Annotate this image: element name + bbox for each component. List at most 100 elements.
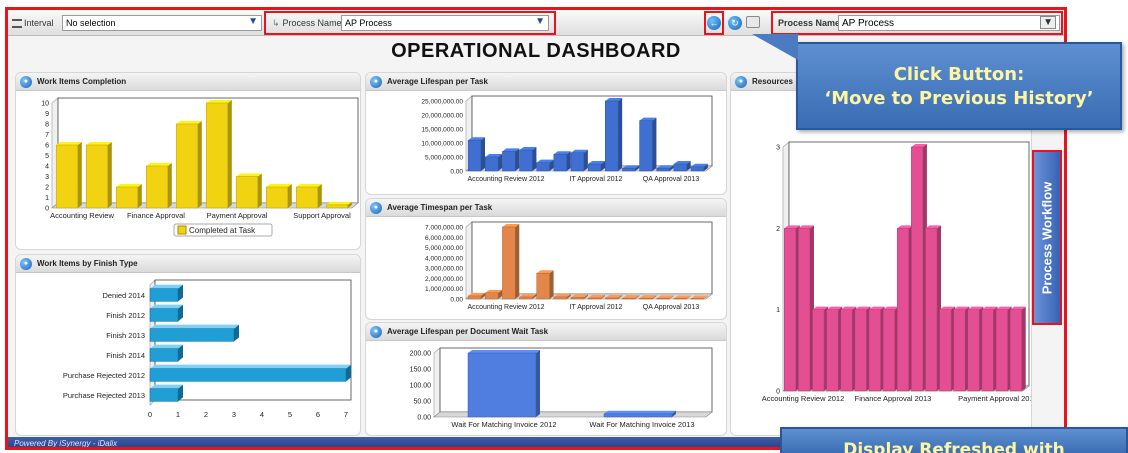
panel-icon: ● bbox=[370, 325, 382, 338]
previous-history-button[interactable]: ← bbox=[707, 16, 721, 30]
bar bbox=[467, 352, 537, 418]
bar-side bbox=[618, 98, 623, 171]
bar bbox=[149, 328, 235, 342]
bar bbox=[854, 309, 867, 392]
bar bbox=[784, 228, 797, 392]
y-tick-label: 8 bbox=[45, 122, 49, 129]
bar bbox=[639, 120, 653, 172]
bar bbox=[55, 144, 79, 209]
y-tick-label: 100.00 bbox=[410, 383, 432, 390]
y-tick-label: 2,000,000.00 bbox=[425, 276, 463, 283]
y-tick-label: 7 bbox=[45, 132, 49, 139]
callout-line-2: ‘Move to Previous History’ bbox=[824, 88, 1094, 109]
bar-top bbox=[604, 410, 676, 414]
panel-icon: ● bbox=[20, 75, 32, 88]
bar-top bbox=[86, 142, 112, 145]
bar bbox=[605, 100, 619, 172]
interval-control: Interval bbox=[12, 14, 54, 32]
bar bbox=[536, 273, 550, 300]
chevron-down-icon[interactable]: ▼ bbox=[1040, 16, 1056, 29]
avg-lifespan-doc-panel: ● Average Lifespan per Document Wait Tas… bbox=[365, 322, 727, 436]
bar-top bbox=[206, 100, 232, 103]
bar bbox=[939, 309, 952, 392]
bar bbox=[622, 167, 636, 172]
y-tick-label: Finish 2014 bbox=[106, 351, 145, 360]
bar-side bbox=[536, 350, 540, 417]
work-items-completion-chart: 0 1 2 3 4 5 6 7 8 9 10 Accounting Review Finance App… bbox=[41, 97, 359, 237]
bar bbox=[840, 309, 853, 392]
interval-icon bbox=[12, 18, 22, 28]
panel-title: Average Lifespan per Task bbox=[387, 77, 488, 86]
bar bbox=[995, 309, 1008, 392]
bar-top bbox=[150, 304, 183, 309]
bar-side bbox=[566, 151, 571, 171]
x-tick-label: 4 bbox=[260, 410, 264, 419]
bar bbox=[149, 288, 179, 302]
x-tick-label: IT Approval 2012 bbox=[570, 304, 623, 311]
y-tick-label: 10 bbox=[41, 101, 49, 108]
x-tick-label: 1 bbox=[176, 410, 180, 419]
interval-label: Interval bbox=[24, 18, 54, 28]
panel-icon: ● bbox=[370, 75, 382, 88]
x-tick-label: Accounting Review 2012 bbox=[467, 176, 544, 183]
interval-select[interactable]: No selection ▼ bbox=[62, 15, 262, 31]
x-tick-label: 3 bbox=[232, 410, 236, 419]
chevron-down-icon[interactable]: ▼ bbox=[535, 16, 545, 27]
y-tick-label: 200.00 bbox=[410, 351, 432, 358]
panel-header: ● Work Items by Finish Type bbox=[16, 255, 360, 273]
callout-previous-history: Click Button: ‘Move to Previous History’ bbox=[752, 34, 1122, 130]
bar bbox=[502, 151, 516, 172]
process-value-right: AP Process bbox=[842, 18, 895, 29]
x-tick-label: Finance Approval 2013 bbox=[855, 394, 932, 403]
bar bbox=[690, 298, 705, 300]
work-items-finish-chart: Denied 2014 Finish 2012 Finish 2013 Finish … bbox=[63, 279, 352, 419]
x-tick-label: Accounting Review 2012 bbox=[467, 304, 544, 311]
avg-lifespan-task-chart: 0.00 5,000,000.00 10,000,000.00 15,000,000.… bbox=[421, 95, 713, 183]
bar-side bbox=[515, 224, 520, 299]
y-tick-label: 25,000,000.00 bbox=[421, 99, 463, 106]
process-workflow-tab[interactable]: Process Workflow bbox=[1032, 150, 1062, 325]
panel-title: Average Timespan per Task bbox=[387, 203, 493, 212]
process-select-right[interactable]: AP Process ▼ bbox=[838, 15, 1060, 31]
bar-side bbox=[583, 149, 588, 171]
y-tick-label: 3 bbox=[776, 145, 780, 152]
bar bbox=[868, 309, 881, 392]
bar bbox=[175, 123, 199, 209]
x-tick-label: Wait For Matching Invoice 2013 bbox=[589, 420, 694, 429]
bar-top bbox=[150, 344, 183, 349]
y-tick-label: 6 bbox=[45, 143, 49, 150]
y-tick-label: 5,000,000.00 bbox=[425, 245, 463, 252]
bar bbox=[673, 298, 687, 300]
bar bbox=[149, 388, 179, 402]
y-tick-label: 0.00 bbox=[450, 297, 463, 304]
x-tick-label: QA Approval 2013 bbox=[643, 304, 700, 311]
x-tick-label: 5 bbox=[288, 410, 292, 419]
work-items-finish-panel: ● Work Items by Finish Type Denied 2014 F… bbox=[15, 254, 361, 436]
bar-top bbox=[150, 284, 183, 289]
print-icon[interactable] bbox=[746, 16, 760, 28]
y-tick-label: 3,000,000.00 bbox=[425, 266, 463, 273]
work-items-completion-panel: ● Work Items Completion 0 1 2 3 4 5 6 7 8 9 10 Acco… bbox=[15, 72, 361, 250]
x-tick-label: Accounting Review 2012 bbox=[762, 394, 845, 403]
avg-lifespan-doc-chart: 0.00 50.00 100.00 150.00 200.00 Wait For Matc… bbox=[410, 347, 713, 429]
chevron-down-icon[interactable]: ▼ bbox=[248, 16, 258, 27]
bar-side bbox=[549, 270, 554, 299]
y-tick-label: 2 bbox=[45, 185, 49, 192]
y-tick-label: 0 bbox=[45, 206, 49, 213]
bar bbox=[519, 296, 533, 300]
process-select[interactable]: AP Process ▼ bbox=[341, 15, 549, 31]
panel-icon: ● bbox=[735, 75, 747, 88]
bar-top bbox=[266, 184, 292, 187]
y-tick-label: Finish 2013 bbox=[106, 331, 145, 340]
legend-label: Completed at Task bbox=[189, 226, 256, 235]
refresh-button[interactable]: ↻ bbox=[728, 16, 742, 30]
bar bbox=[656, 167, 670, 172]
bar-side bbox=[317, 184, 322, 208]
y-tick-label: 0.00 bbox=[450, 169, 463, 176]
bar bbox=[149, 348, 179, 362]
bar bbox=[467, 139, 482, 172]
process-workflow-label: Process Workflow bbox=[1039, 181, 1055, 294]
bar-side bbox=[481, 137, 485, 171]
bar-top bbox=[56, 142, 82, 145]
bar bbox=[570, 297, 585, 300]
